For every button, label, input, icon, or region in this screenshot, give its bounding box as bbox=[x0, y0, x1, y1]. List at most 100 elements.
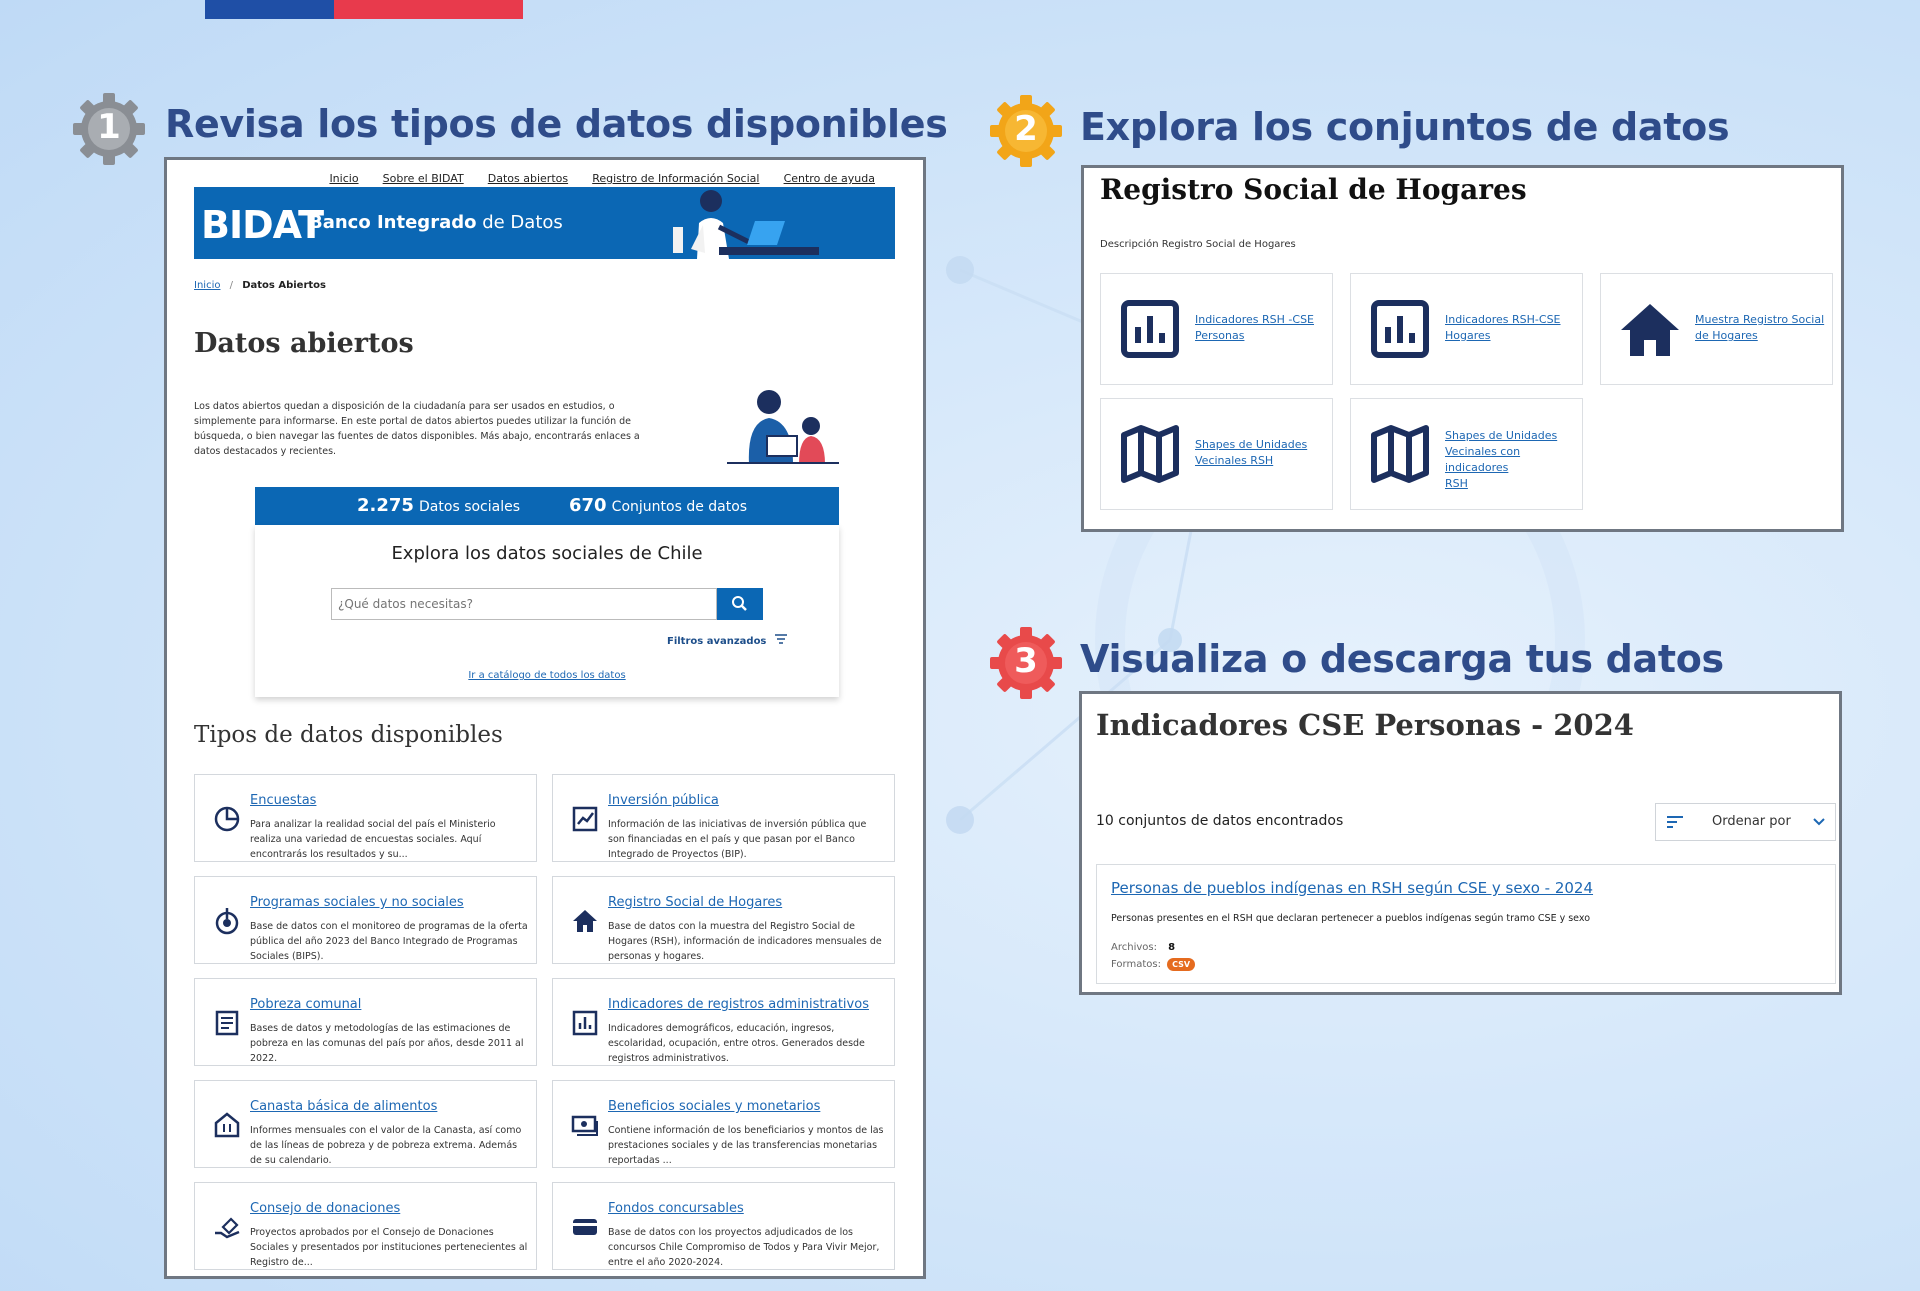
type-tile-inversion-publica[interactable]: Inversión pública Información de las ini… bbox=[552, 774, 895, 862]
breadcrumb-home[interactable]: Inicio bbox=[194, 280, 220, 291]
pie-chart-icon bbox=[214, 806, 240, 832]
catalog-link[interactable]: Ir a catálogo de todos los datos bbox=[255, 670, 839, 681]
sort-icon bbox=[1667, 816, 1683, 828]
dataset-title-indicadores-personas[interactable]: Indicadores RSH -CSE Personas bbox=[1195, 312, 1325, 344]
rsh-title: Registro Social de Hogares bbox=[1100, 173, 1527, 206]
type-title-indicadores-registros[interactable]: Indicadores de registros administrativos bbox=[608, 997, 869, 1012]
nav-link-centro-ayuda[interactable]: Centro de ayuda bbox=[784, 172, 875, 185]
result-card[interactable]: Personas de pueblos indígenas en RSH seg… bbox=[1096, 864, 1836, 984]
sort-label: Ordenar por bbox=[1712, 814, 1791, 829]
csv-format-badge[interactable]: CSV bbox=[1167, 958, 1196, 971]
type-desc-consejo-donaciones: Proyectos aprobados por el Consejo de Do… bbox=[250, 1227, 528, 1268]
top-navigation: Inicio Sobre el BIDAT Datos abiertos Reg… bbox=[310, 167, 875, 186]
search-icon bbox=[732, 596, 747, 611]
dataset-title-line: Shapes de Unidades bbox=[1195, 438, 1308, 451]
result-formats: Formatos: CSV bbox=[1111, 958, 1196, 971]
result-files: Archivos: 8 bbox=[1111, 942, 1175, 953]
dataset-title-line: RSH bbox=[1445, 477, 1468, 490]
dataset-title-line: Personas bbox=[1195, 329, 1245, 342]
type-title-fondos-concursables[interactable]: Fondos concursables bbox=[608, 1201, 744, 1216]
type-tile-canasta-basica[interactable]: Canasta básica de alimentos Informes men… bbox=[194, 1080, 537, 1168]
step-3-number: 3 bbox=[1014, 641, 1038, 681]
filter-icon bbox=[774, 634, 787, 644]
type-desc-inversion-publica: Información de las iniciativas de invers… bbox=[608, 819, 867, 860]
type-tile-registro-social-hogares[interactable]: Registro Social de Hogares Base de datos… bbox=[552, 876, 895, 964]
type-tile-programas-sociales[interactable]: Programas sociales y no sociales Base de… bbox=[194, 876, 537, 964]
types-section-title: Tipos de datos disponibles bbox=[194, 722, 503, 748]
type-tile-indicadores-registros[interactable]: Indicadores de registros administrativos… bbox=[552, 978, 895, 1066]
type-tile-beneficios-sociales[interactable]: Beneficios sociales y monetarios Contien… bbox=[552, 1080, 895, 1168]
stat-sets-count: 670 bbox=[569, 495, 607, 516]
dataset-title-indicadores-hogares[interactable]: Indicadores RSH-CSE Hogares bbox=[1445, 312, 1575, 344]
wallet-icon bbox=[573, 1219, 597, 1235]
breadcrumb: Inicio / Datos Abiertos bbox=[194, 280, 326, 291]
panel-registro-social-hogares: Registro Social de Hogares Descripción R… bbox=[1081, 165, 1844, 532]
person-at-laptop-illustration bbox=[673, 190, 819, 259]
search-input[interactable] bbox=[331, 588, 717, 620]
type-title-registro-social-hogares[interactable]: Registro Social de Hogares bbox=[608, 895, 782, 910]
nav-link-inicio[interactable]: Inicio bbox=[329, 172, 358, 185]
map-icon bbox=[1121, 425, 1179, 483]
step-2-number: 2 bbox=[1014, 109, 1038, 149]
bidat-name-bold: Banco Integrado bbox=[309, 212, 477, 233]
stats-bar: 2.275 Datos sociales 670 Conjuntos de da… bbox=[255, 487, 839, 525]
bidat-full-name: Banco Integrado de Datos bbox=[309, 212, 563, 233]
donation-hand-icon bbox=[215, 1217, 240, 1239]
breadcrumb-separator: / bbox=[229, 280, 234, 291]
dataset-card-muestra-rsh[interactable]: Muestra Registro Social de Hogares bbox=[1600, 273, 1833, 385]
type-title-programas-sociales[interactable]: Programas sociales y no sociales bbox=[250, 895, 464, 910]
type-desc-canasta-basica: Informes mensuales con el valor de la Ca… bbox=[250, 1125, 522, 1166]
type-tile-fondos-concursables[interactable]: Fondos concursables Base de datos con lo… bbox=[552, 1182, 895, 1270]
dataset-card-indicadores-hogares[interactable]: Indicadores RSH-CSE Hogares bbox=[1350, 273, 1583, 385]
result-title[interactable]: Personas de pueblos indígenas en RSH seg… bbox=[1111, 879, 1593, 897]
dataset-title-line: Indicadores RSH-CSE bbox=[1445, 313, 1561, 326]
formats-label: Formatos: bbox=[1111, 959, 1161, 970]
type-tile-encuestas[interactable]: Encuestas Para analizar la realidad soci… bbox=[194, 774, 537, 862]
dataset-title-line: Hogares bbox=[1445, 329, 1491, 342]
advanced-filters-link[interactable]: Filtros avanzados bbox=[667, 634, 788, 647]
mother-and-child-illustration bbox=[727, 390, 839, 464]
house-icon bbox=[573, 910, 597, 932]
bar-chart-icon bbox=[1121, 300, 1179, 358]
type-title-beneficios-sociales[interactable]: Beneficios sociales y monetarios bbox=[608, 1099, 820, 1114]
map-icon bbox=[1371, 425, 1429, 483]
search-title: Explora los datos sociales de Chile bbox=[391, 543, 703, 564]
sort-dropdown[interactable]: Ordenar por bbox=[1655, 803, 1836, 841]
panel-bidat-datos-abiertos: Inicio Sobre el BIDAT Datos abiertos Reg… bbox=[164, 157, 926, 1279]
type-tile-consejo-donaciones[interactable]: Consejo de donaciones Proyectos aprobado… bbox=[194, 1182, 537, 1270]
type-title-pobreza-comunal[interactable]: Pobreza comunal bbox=[250, 997, 361, 1012]
bidat-logo[interactable]: BIDAT bbox=[201, 203, 324, 247]
nav-link-registro-informacion-social[interactable]: Registro de Información Social bbox=[592, 172, 759, 185]
bar-chart-icon bbox=[1371, 300, 1429, 358]
money-icon bbox=[571, 1115, 598, 1136]
target-hand-icon bbox=[215, 908, 239, 935]
dataset-title-shapes-indicadores[interactable]: Shapes de Unidades Vecinales con indicad… bbox=[1445, 428, 1575, 492]
dataset-card-indicadores-personas[interactable]: Indicadores RSH -CSE Personas bbox=[1100, 273, 1333, 385]
type-desc-beneficios-sociales: Contiene información de los beneficiario… bbox=[608, 1125, 884, 1166]
nav-link-sobre-bidat[interactable]: Sobre el BIDAT bbox=[383, 172, 464, 185]
type-title-canasta-basica[interactable]: Canasta básica de alimentos bbox=[250, 1099, 437, 1114]
type-desc-fondos-concursables: Base de datos con los proyectos adjudica… bbox=[608, 1227, 880, 1268]
dataset-title-line: Muestra Registro Social bbox=[1695, 313, 1825, 326]
type-title-consejo-donaciones[interactable]: Consejo de donaciones bbox=[250, 1201, 400, 1216]
search-button[interactable] bbox=[717, 588, 763, 620]
nav-link-datos-abiertos[interactable]: Datos abiertos bbox=[488, 172, 568, 185]
step-1-number: 1 bbox=[97, 107, 121, 147]
type-tile-pobreza-comunal[interactable]: Pobreza comunal Bases de datos y metodol… bbox=[194, 978, 537, 1066]
bidat-name-regular: de Datos bbox=[482, 212, 563, 233]
rsh-description: Descripción Registro Social de Hogares bbox=[1100, 239, 1296, 250]
line-chart-icon bbox=[572, 806, 598, 832]
type-desc-registro-social-hogares: Base de datos con la muestra del Registr… bbox=[608, 921, 882, 962]
dataset-title-line: Vecinales con indicadores bbox=[1445, 445, 1521, 474]
stat-sets: 670 Conjuntos de datos bbox=[569, 495, 747, 516]
type-title-encuestas[interactable]: Encuestas bbox=[250, 793, 316, 808]
step-1-title: Revisa los tipos de datos disponibles bbox=[165, 102, 948, 146]
dataset-card-shapes-indicadores[interactable]: Shapes de Unidades Vecinales con indicad… bbox=[1350, 398, 1583, 510]
step-2-title: Explora los conjuntos de datos bbox=[1080, 105, 1730, 149]
type-title-inversion-publica[interactable]: Inversión pública bbox=[608, 793, 719, 808]
dataset-card-shapes-rsh[interactable]: Shapes de Unidades Vecinales RSH bbox=[1100, 398, 1333, 510]
dataset-title-muestra-rsh[interactable]: Muestra Registro Social de Hogares bbox=[1695, 312, 1825, 344]
dataset-title-shapes-rsh[interactable]: Shapes de Unidades Vecinales RSH bbox=[1195, 437, 1325, 469]
type-desc-indicadores-registros: Indicadores demográficos, educación, ing… bbox=[608, 1023, 865, 1064]
files-label: Archivos: bbox=[1111, 942, 1157, 953]
